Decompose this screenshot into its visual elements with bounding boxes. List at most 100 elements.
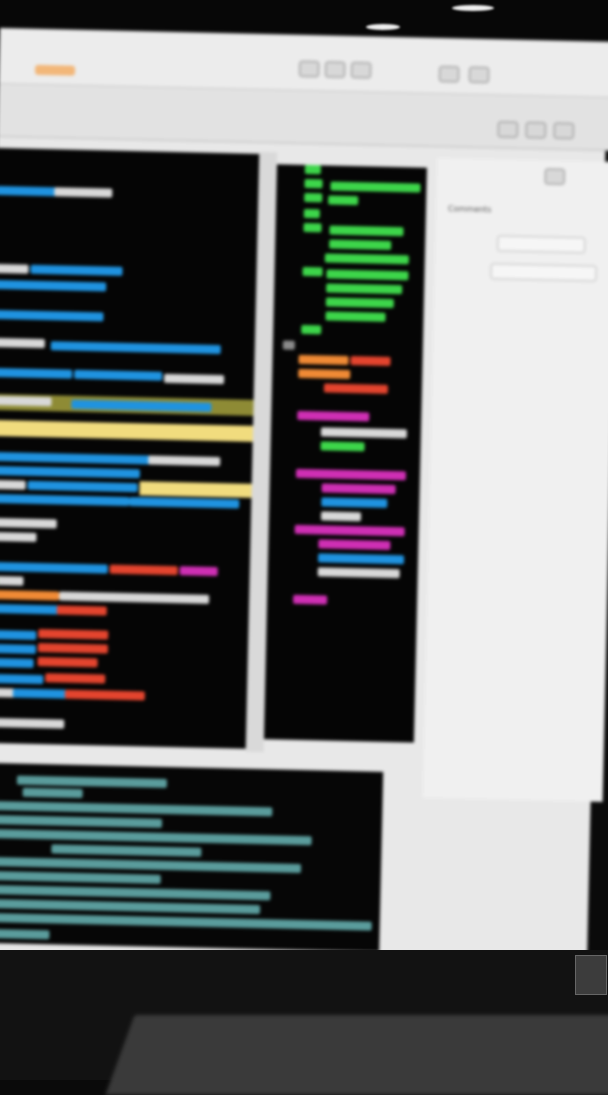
- file-icon[interactable]: [298, 60, 320, 78]
- code-line: [148, 455, 221, 467]
- code-line: [326, 283, 403, 295]
- code-line: [326, 269, 409, 281]
- reflection-light: [452, 5, 494, 11]
- code-line: [0, 279, 107, 292]
- console-line: [0, 828, 312, 846]
- code-line: [320, 511, 362, 522]
- code-line: [27, 480, 138, 493]
- code-line: [293, 594, 328, 605]
- panel-title: Comments: [447, 204, 492, 215]
- panel-icon[interactable]: [553, 122, 574, 140]
- panel-action-button[interactable]: [490, 263, 597, 282]
- code-line: [303, 208, 320, 219]
- code-line: [109, 564, 178, 576]
- code-line: [317, 553, 405, 565]
- code-line: [37, 657, 98, 668]
- code-line: [294, 524, 405, 537]
- list-icon[interactable]: [497, 121, 519, 138]
- reflection-light: [366, 24, 400, 30]
- code-line: [30, 264, 123, 276]
- code-line: [298, 368, 351, 380]
- code-line: [0, 629, 37, 640]
- code-line: [56, 605, 107, 616]
- code-line: [0, 643, 37, 654]
- code-line: [179, 566, 218, 577]
- console-line: [16, 775, 168, 788]
- console-line: [0, 912, 372, 931]
- code-line: [0, 451, 151, 465]
- console-line: [51, 844, 202, 857]
- code-line: [0, 561, 108, 574]
- code-line: [0, 263, 29, 274]
- code-line: [304, 192, 323, 203]
- code-line: [74, 369, 163, 381]
- monitor-badge: [575, 955, 607, 995]
- console-line: [0, 800, 273, 817]
- console-line: [0, 870, 161, 884]
- search-highlight: [139, 481, 252, 498]
- monitor-screen: Comments: [0, 28, 608, 977]
- code-line: [0, 589, 60, 601]
- code-line: [295, 468, 407, 481]
- code-line: [0, 185, 57, 197]
- code-line: [59, 591, 210, 604]
- code-line: [320, 427, 407, 439]
- code-editor-main[interactable]: [0, 147, 266, 749]
- console-line: [0, 884, 271, 901]
- code-line: [0, 673, 44, 685]
- code-line: [0, 575, 24, 586]
- code-line: [38, 629, 109, 640]
- code-line: [328, 195, 359, 206]
- code-line: [0, 717, 65, 729]
- code-line: [303, 222, 322, 233]
- console-line: [0, 856, 302, 874]
- code-line: [50, 341, 221, 355]
- code-line: [329, 239, 392, 250]
- code-line: [325, 311, 386, 322]
- console-line: [0, 928, 50, 940]
- code-line: [302, 266, 323, 277]
- run-icon[interactable]: [350, 61, 372, 79]
- code-line: [37, 643, 109, 654]
- code-line: [12, 688, 68, 699]
- code-line: [0, 517, 57, 529]
- settings-icon[interactable]: [438, 65, 460, 83]
- code-line: [330, 181, 421, 193]
- console-line: [0, 898, 261, 915]
- code-line: [0, 395, 52, 407]
- console-line: [0, 814, 163, 828]
- code-line: [0, 337, 45, 349]
- code-line: [325, 297, 394, 309]
- code-line: [129, 497, 240, 509]
- code-line: [0, 309, 104, 322]
- console-line: [22, 787, 83, 799]
- code-line: [282, 340, 295, 350]
- code-line: [317, 567, 400, 579]
- code-line: [64, 689, 145, 701]
- code-line: [323, 383, 389, 394]
- code-line: [320, 441, 365, 452]
- code-line: [0, 531, 37, 542]
- grid-icon[interactable]: [525, 121, 546, 139]
- code-line: [324, 253, 409, 265]
- panel-action-button[interactable]: [497, 235, 586, 254]
- code-line: [0, 479, 26, 490]
- code-line: [321, 483, 396, 495]
- edit-icon[interactable]: [324, 61, 346, 78]
- right-side-panel: Comments: [422, 157, 608, 802]
- code-line: [304, 178, 323, 189]
- code-line: [350, 356, 391, 366]
- code-line: [0, 465, 141, 479]
- code-line: [163, 373, 225, 385]
- code-line: [0, 657, 34, 668]
- code-line: [318, 539, 391, 550]
- window-tab[interactable]: [34, 64, 76, 76]
- code-line: [304, 164, 321, 175]
- console-output: [0, 762, 384, 957]
- search-icon[interactable]: [468, 66, 490, 84]
- code-line: [301, 324, 322, 335]
- code-line: [329, 225, 404, 237]
- code-editor-secondary[interactable]: [263, 164, 427, 743]
- toggle-icon[interactable]: [544, 168, 565, 185]
- search-highlight: [0, 419, 260, 442]
